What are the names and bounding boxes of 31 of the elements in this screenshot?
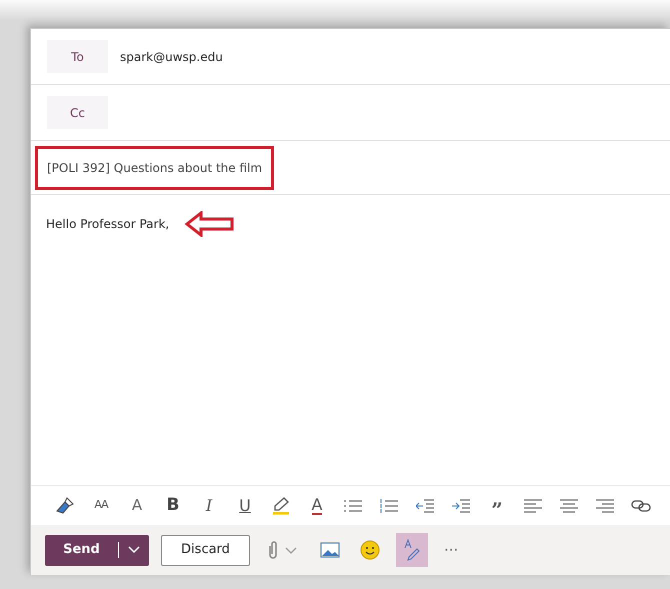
format-painter-icon (55, 496, 75, 516)
recipient-address[interactable]: spark@uwsp.edu (120, 48, 223, 66)
recipient-label-button[interactable]: Cc (47, 96, 108, 129)
align-right-icon (596, 498, 614, 512)
change-case-button[interactable]: A (119, 490, 155, 520)
bullet-list-icon (344, 498, 362, 512)
quote-button[interactable]: ” (479, 490, 515, 520)
message-body-text[interactable]: Hello Professor Park, (46, 215, 170, 233)
more-options-button[interactable]: ··· (440, 538, 462, 562)
emoji-icon (360, 540, 380, 560)
font-color-button[interactable]: A (299, 490, 335, 520)
decrease-indent-icon (416, 498, 434, 512)
subject-field[interactable]: [POLI 392] Questions about the film (35, 146, 274, 190)
link-icon (631, 498, 651, 512)
discard-button[interactable]: Discard (161, 534, 250, 566)
align-center-icon (560, 498, 578, 512)
font-size-button[interactable]: AA (83, 490, 119, 520)
numbered-list-icon (380, 498, 398, 512)
align-left-icon (524, 498, 542, 512)
increase-indent-icon (452, 498, 470, 512)
underline-button[interactable]: U (227, 490, 263, 520)
highlighter-icon (272, 496, 290, 516)
send-button[interactable]: Send (45, 540, 118, 560)
send-button-group[interactable]: Send (45, 534, 149, 566)
chevron-down-icon (128, 546, 140, 554)
spellcheck-button[interactable] (396, 533, 428, 567)
insert-picture-icon (320, 542, 340, 558)
arrow-icon (185, 211, 236, 237)
bold-button[interactable]: B (155, 490, 191, 520)
italic-button[interactable]: I (191, 490, 227, 520)
recipient-label-button[interactable]: To (47, 40, 108, 73)
